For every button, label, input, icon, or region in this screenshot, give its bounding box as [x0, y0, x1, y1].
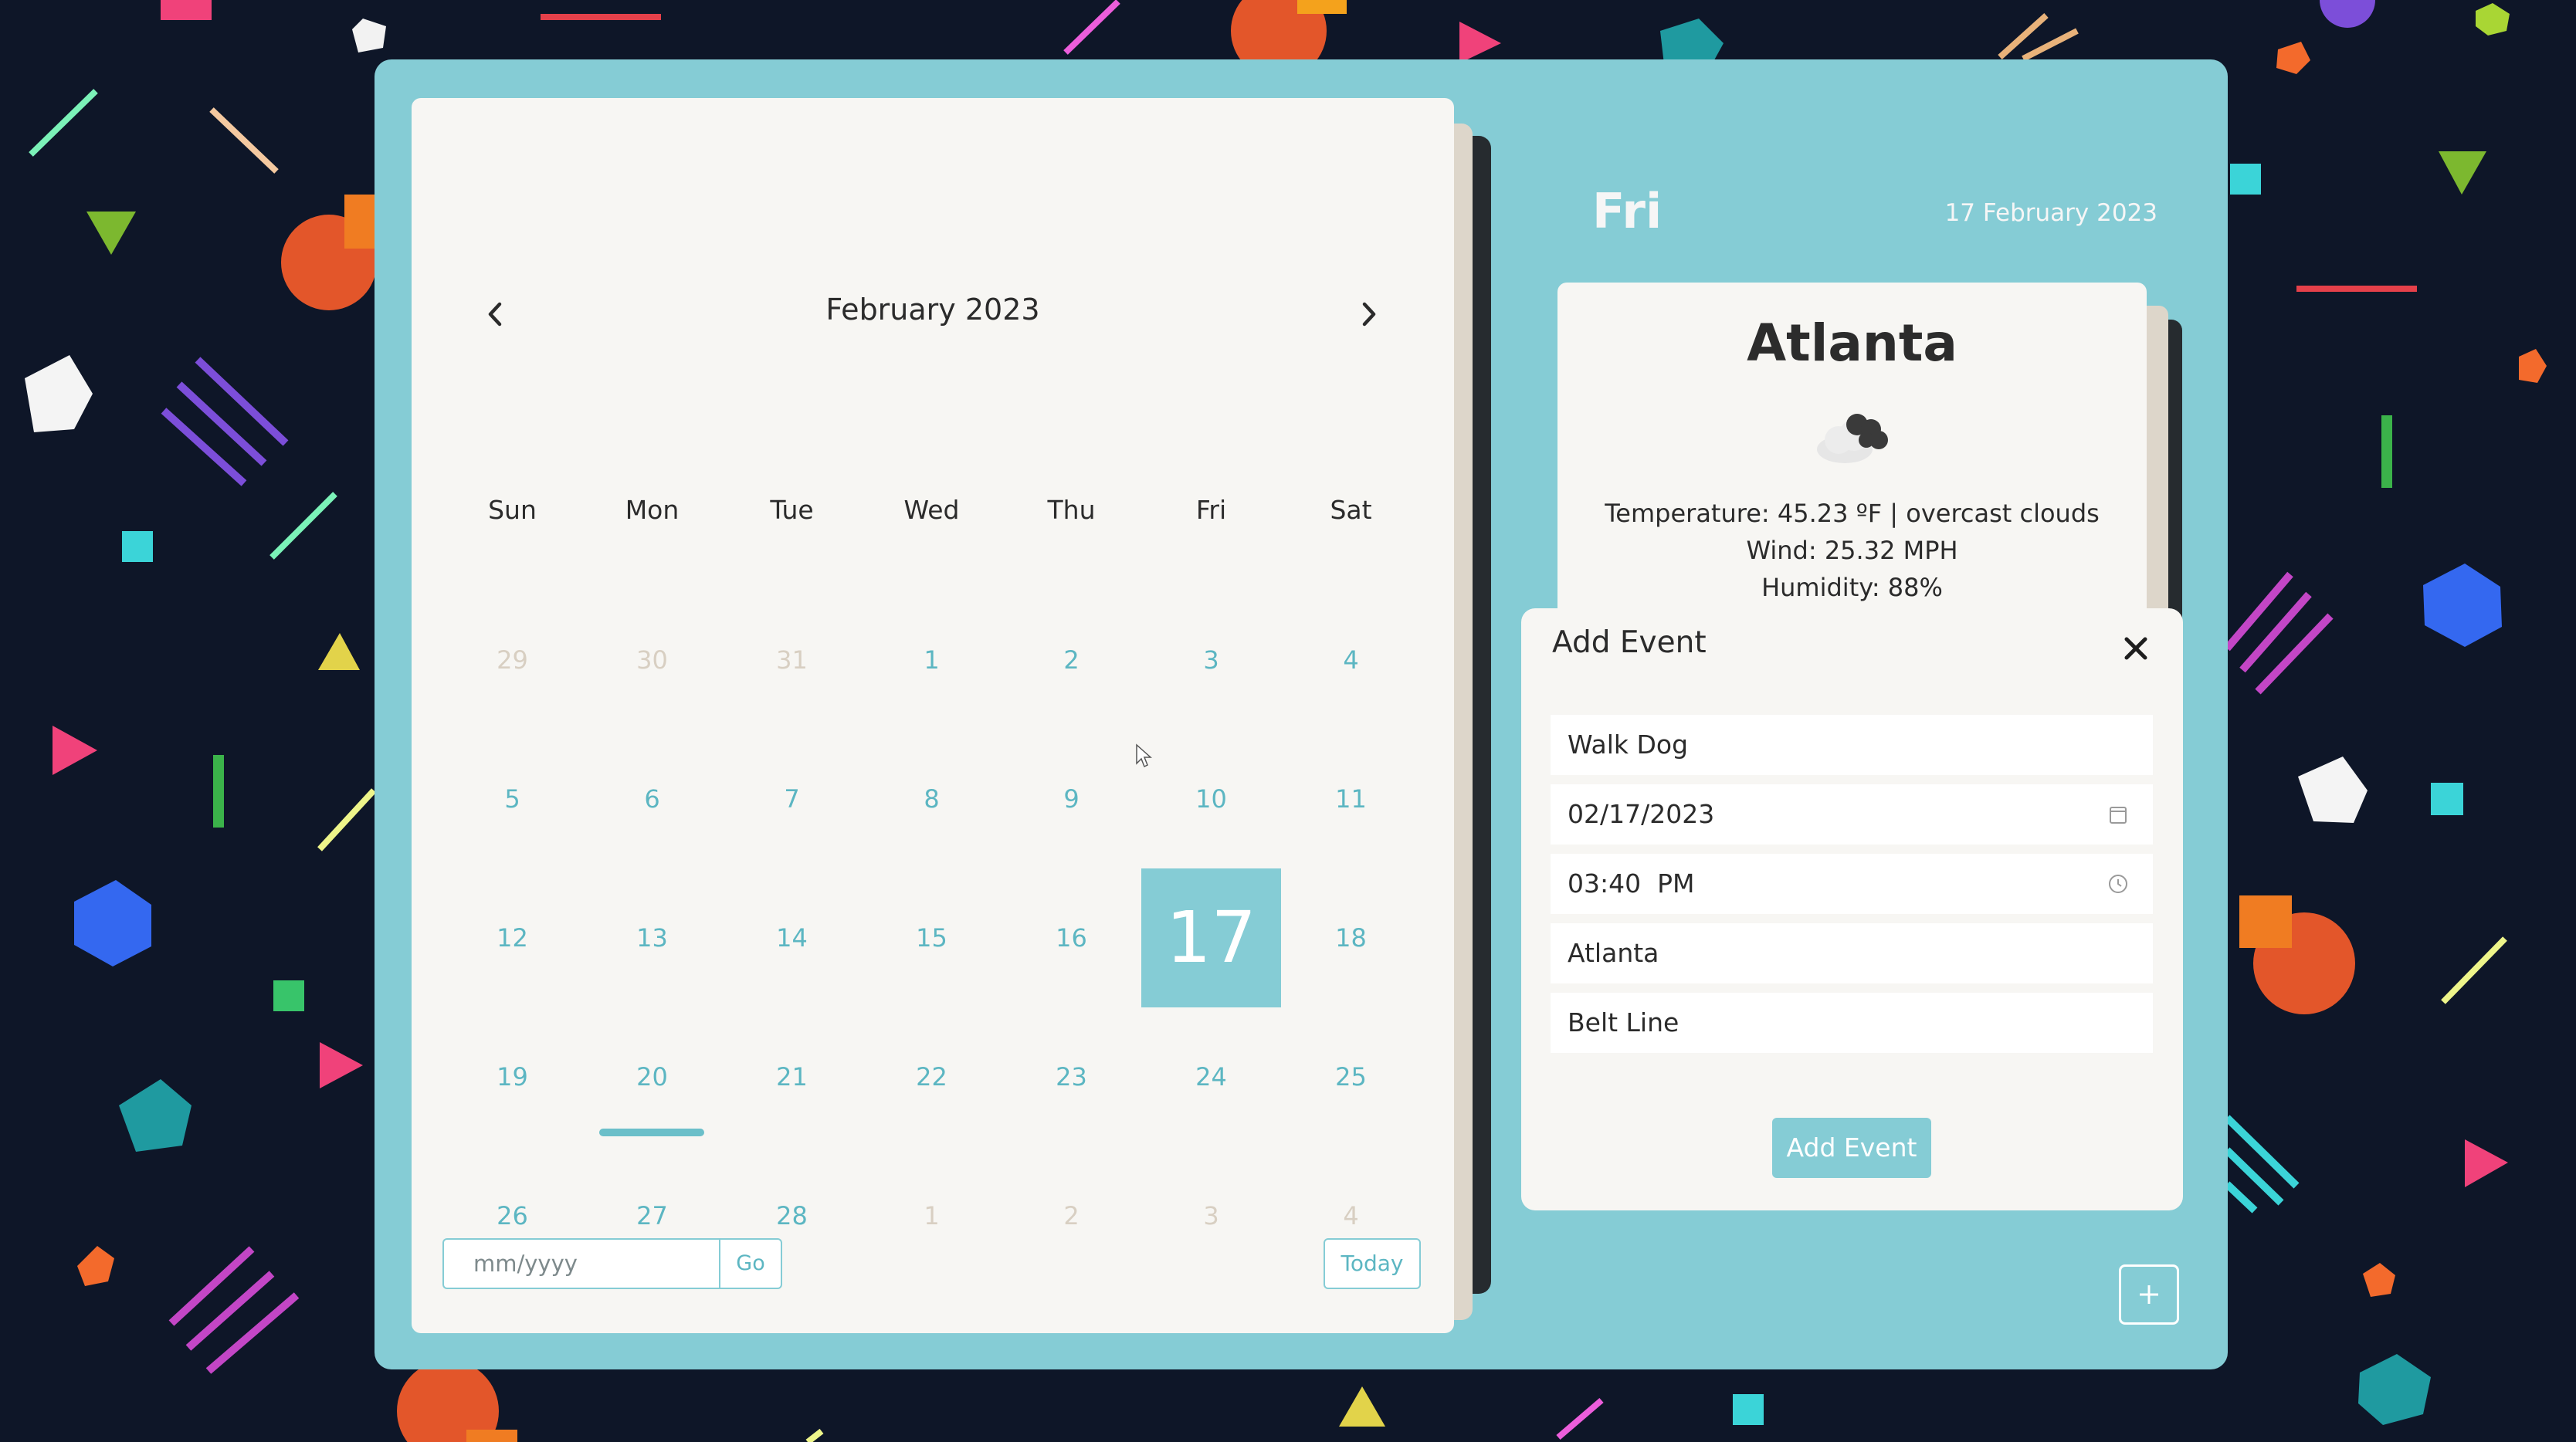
weekday-fri: Fri [1195, 495, 1227, 525]
weather-card: Atlanta Temperature: 45.23 ºF | overcast… [1557, 283, 2147, 622]
calendar-day[interactable]: 6 [582, 729, 722, 868]
goto-month-input[interactable]: mm/yyyy [442, 1238, 720, 1289]
calendar-day[interactable]: 20 [582, 1007, 722, 1146]
calendar-icon[interactable] [2107, 803, 2130, 826]
calendar-day[interactable]: 13 [582, 868, 722, 1007]
selected-day-name: Fri [1592, 183, 1663, 239]
weather-city: Atlanta [1747, 313, 1957, 373]
calendar-day[interactable]: 23 [1002, 1007, 1141, 1146]
calendar-day[interactable]: 11 [1281, 729, 1421, 868]
weekday-thu: Thu [1047, 495, 1096, 525]
month-title: February 2023 [825, 293, 1040, 327]
calendar-day[interactable]: 8 [862, 729, 1002, 868]
cloud-icon [1817, 414, 1888, 463]
calendar-day[interactable]: 18 [1281, 868, 1421, 1007]
calendar-day[interactable]: 15 [862, 868, 1002, 1007]
calendar-day[interactable]: 2 [1002, 591, 1141, 729]
weekday-wed: Wed [903, 495, 960, 525]
calendar-day[interactable]: 16 [1002, 868, 1141, 1007]
event-location-input[interactable]: Atlanta [1551, 923, 2153, 983]
calendar-day[interactable]: 19 [442, 1007, 582, 1146]
event-name-input[interactable]: Walk Dog [1551, 715, 2153, 775]
weekday-sat: Sat [1330, 495, 1372, 525]
calendar-day[interactable]: 24 [1141, 1007, 1281, 1146]
add-event-button[interactable]: Add Event [1772, 1118, 1931, 1178]
weather-temperature: Temperature: 45.23 ºF | overcast clouds [1605, 499, 2100, 528]
calendar-day[interactable]: 1 [862, 1146, 1002, 1285]
weather-humidity: Humidity: 88% [1761, 573, 1943, 602]
plus-icon [2140, 1285, 2158, 1304]
calendar-day[interactable]: 3 [1141, 1146, 1281, 1285]
mouse-cursor-icon [1136, 743, 1152, 768]
event-place-input[interactable]: Belt Line [1551, 993, 2153, 1053]
add-event-title: Add Event [1552, 625, 1707, 660]
calendar-day[interactable]: 31 [722, 591, 862, 729]
close-icon [2124, 637, 2147, 660]
calendar-day[interactable]: 1 [862, 591, 1002, 729]
goto-month-button[interactable]: Go [719, 1238, 782, 1289]
calendar-day[interactable]: 5 [442, 729, 582, 868]
calendar-day[interactable]: 22 [862, 1007, 1002, 1146]
calendar-day[interactable]: 14 [722, 868, 862, 1007]
clock-icon[interactable] [2107, 872, 2130, 895]
calendar-day[interactable]: 29 [442, 591, 582, 729]
event-date-input[interactable]: 02/17/2023 [1551, 784, 2153, 845]
chevron-right-icon [1362, 302, 1376, 327]
event-time-value: 03:40 PM [1568, 868, 1695, 899]
weekday-mon: Mon [625, 495, 680, 525]
calendar-day[interactable]: 9 [1002, 729, 1141, 868]
weekday-sun: Sun [488, 495, 537, 525]
selected-full-date: 17 February 2023 [1944, 199, 2157, 227]
event-time-input[interactable]: 03:40 PM [1551, 854, 2153, 914]
event-date-value: 02/17/2023 [1568, 799, 1715, 829]
calendar-day[interactable]: 3 [1141, 591, 1281, 729]
next-month-button[interactable] [1345, 291, 1391, 337]
weather-wind: Wind: 25.32 MPH [1746, 536, 1958, 565]
today-button[interactable]: Today [1324, 1238, 1421, 1289]
calendar-day[interactable]: 10 [1141, 729, 1281, 868]
weekday-tue: Tue [770, 495, 814, 525]
event-indicator [599, 1129, 704, 1136]
new-event-button[interactable] [2119, 1264, 2179, 1325]
calendar-day[interactable]: 12 [442, 868, 582, 1007]
calendar-day[interactable]: 25 [1281, 1007, 1421, 1146]
calendar-day[interactable]: 4 [1281, 591, 1421, 729]
calendar-day-selected[interactable]: 17 [1141, 868, 1281, 1007]
add-event-dialog: Add Event Walk Dog 02/17/2023 03:40 PM A… [1521, 608, 2183, 1210]
calendar-day[interactable]: 21 [722, 1007, 862, 1146]
calendar-day[interactable]: 30 [582, 591, 722, 729]
calendar-day[interactable]: 7 [722, 729, 862, 868]
calendar-day[interactable]: 2 [1002, 1146, 1141, 1285]
close-dialog-button[interactable] [2116, 628, 2156, 669]
calendar-card: February 2023 Sun Mon Tue Wed Thu Fri Sat 29 30… [412, 98, 1454, 1333]
